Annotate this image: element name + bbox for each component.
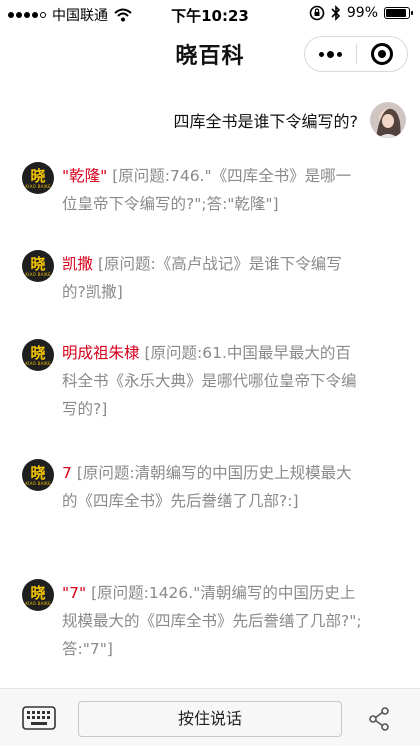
bot-avatar: 晓 XIAO BAIKE	[22, 162, 54, 194]
answer-highlight: 明成祖朱棣	[62, 344, 140, 362]
answer-item: 晓 XIAO BAIKE "7" [原问题:1426."清朝编写的中国历史上规模最…	[22, 579, 362, 663]
bluetooth-icon	[331, 5, 341, 21]
answer-item: 晓 XIAO BAIKE 7 [原问题:清朝编写的中国历史上规模最大的《四库全书》…	[22, 459, 362, 515]
status-right: 99%	[309, 5, 413, 21]
user-avatar[interactable]	[370, 102, 406, 138]
answer-item: 晓 XIAO BAIKE 明成祖朱棣 [原问题:61.中国最早最大的百科全书《永乐…	[22, 339, 362, 423]
bot-avatar: 晓 XIAO BAIKE	[22, 339, 54, 371]
chat-area[interactable]: 四库全书是谁下令编写的? 晓 XIAO BAIKE "乾隆" [原问题:746."…	[0, 80, 420, 688]
bot-avatar: 晓 XIAO BAIKE	[22, 579, 54, 611]
answer-text: 7 [原问题:清朝编写的中国历史上规模最大的《四库全书》先后誊缮了几部?:]	[62, 459, 362, 515]
answer-detail: [原问题:《高卢战记》是谁下令编写的?凯撒]	[62, 255, 342, 301]
answer-highlight: "乾隆"	[62, 167, 108, 185]
answer-item: 晓 XIAO BAIKE "乾隆" [原问题:746."《四库全书》是哪一位皇帝下…	[22, 162, 362, 218]
mini-program-capsule	[304, 36, 408, 72]
rotation-lock-icon	[309, 5, 325, 21]
user-message: 四库全书是谁下令编写的?	[173, 102, 406, 138]
answer-highlight: "7"	[62, 584, 87, 602]
user-message-text: 四库全书是谁下令编写的?	[173, 112, 359, 131]
bot-avatar: 晓 XIAO BAIKE	[22, 459, 54, 491]
close-icon	[370, 43, 393, 65]
answer-detail: [原问题:清朝编写的中国历史上规模最大的《四库全书》先后誊缮了几部?:]	[62, 464, 352, 510]
answer-highlight: 凯撒	[62, 255, 94, 273]
battery-percent: 99%	[346, 5, 378, 21]
keyboard-icon[interactable]	[22, 706, 56, 730]
share-icon[interactable]	[368, 707, 390, 731]
hold-to-talk-button[interactable]: 按住说话	[78, 701, 342, 737]
answer-item: 晓 XIAO BAIKE 凯撒 [原问题:《高卢战记》是谁下令编写的?凯撒]	[22, 250, 362, 306]
close-button[interactable]	[356, 36, 407, 72]
bottom-input-bar: 按住说话	[0, 688, 420, 746]
answer-detail: [原问题:1426."清朝编写的中国历史上规模最大的《四库全书》先后誊缮了几部?…	[62, 584, 362, 658]
status-bar: 中国联通 下午10:23 99%	[0, 0, 420, 28]
answer-text: "7" [原问题:1426."清朝编写的中国历史上规模最大的《四库全书》先后誊缮…	[62, 579, 362, 663]
answer-text: 凯撒 [原问题:《高卢战记》是谁下令编写的?凯撒]	[62, 250, 362, 306]
nav-bar: 晓百科	[0, 28, 420, 80]
answer-text: 明成祖朱棣 [原问题:61.中国最早最大的百科全书《永乐大典》是哪代哪位皇帝下令…	[62, 339, 362, 423]
answer-highlight: 7	[62, 464, 72, 482]
more-button[interactable]	[305, 36, 356, 72]
battery-icon	[384, 7, 413, 19]
bot-avatar: 晓 XIAO BAIKE	[22, 250, 54, 282]
answer-text: "乾隆" [原问题:746."《四库全书》是哪一位皇帝下令编写的?";答:"乾隆…	[62, 162, 362, 218]
